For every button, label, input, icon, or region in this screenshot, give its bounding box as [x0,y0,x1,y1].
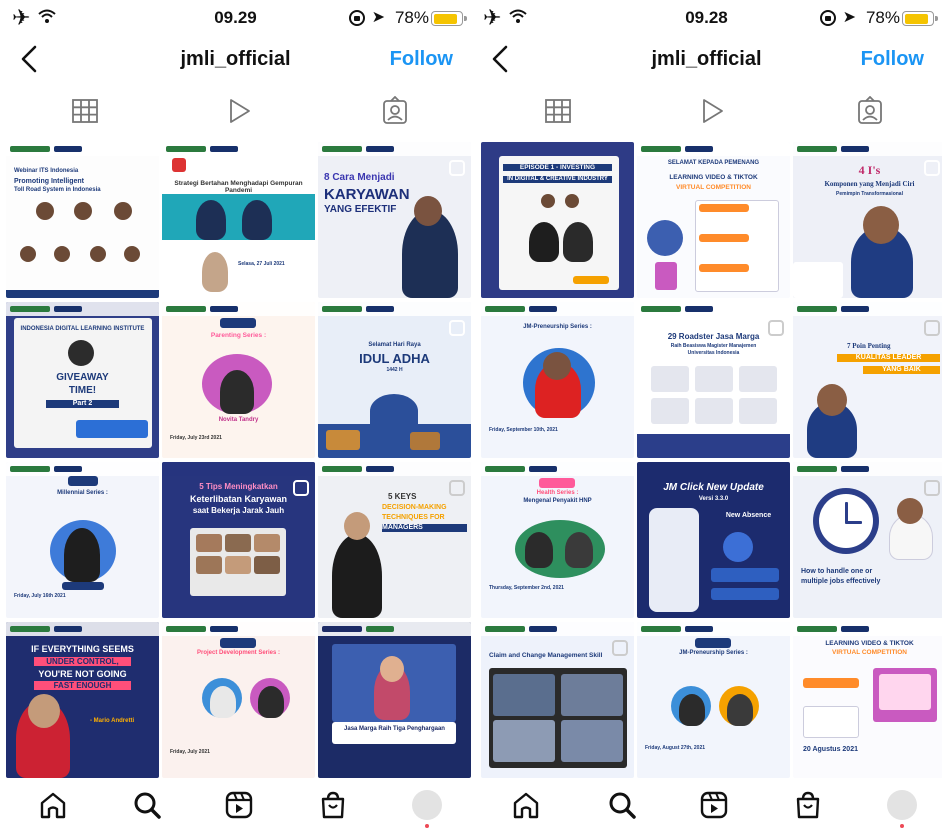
post-thumbnail[interactable]: Strategi Bertahan Menghadapi Gempuran Pa… [162,142,315,298]
battery-icon [902,11,938,26]
profile-tabs [471,96,942,132]
reels-play-icon[interactable] [224,96,254,126]
search-icon[interactable] [132,790,162,820]
bottom-navigation [471,782,942,829]
battery-icon [431,11,467,26]
grid-icon[interactable] [543,96,573,126]
bottom-navigation [0,782,471,829]
post-thumbnail[interactable]: INDONESIA DIGITAL LEARNING INSTITUTE GIV… [6,302,159,458]
post-thumbnail[interactable]: 5 KEYS DECISION-MAKING TECHNIQUES FOR MA… [318,462,471,618]
battery-percent: 78% [865,8,900,27]
profile-header: jmli_official Follow [471,38,942,80]
post-grid: EPISODE 1 - INVESTING IN DIGITAL & CREAT… [481,142,942,778]
tagged-user-icon[interactable] [855,96,885,126]
follow-button[interactable]: Follow [861,38,924,80]
status-bar: ✈ 09.29 ➤ 78% [0,6,471,30]
status-bar: ✈ 09.28 ➤ 78% [471,6,942,30]
post-thumbnail[interactable]: Parenting Series : Novita Tandry Friday,… [162,302,315,458]
post-thumbnail[interactable]: JM-Preneurship Series : Friday, Septembe… [481,302,634,458]
post-thumbnail[interactable]: 8 Cara Menjadi KARYAWAN YANG EFEKTIF [318,142,471,298]
post-thumbnail[interactable]: JM Click New Update Versi 3.3.0 New Abse… [637,462,790,618]
shop-icon[interactable] [318,790,348,820]
post-thumbnail[interactable]: Health Series : Mengenal Penyakit HNP Th… [481,462,634,618]
post-thumbnail[interactable]: Project Development Series : Friday, Jul… [162,622,315,778]
follow-button[interactable]: Follow [390,38,453,80]
tagged-user-icon[interactable] [380,96,410,126]
post-grid: Webinar ITS Indonesia Promoting Intellig… [6,142,471,778]
post-thumbnail[interactable]: IF EVERYTHING SEEMS UNDER CONTROL, YOU'R… [6,622,159,778]
post-thumbnail[interactable]: 4 I's Komponen yang Menjadi Ciri Pemimpi… [793,142,942,298]
screen-left: ✈ 09.29 ➤ 78% jmli_official Follow Webin… [0,0,471,829]
screen-right: ✈ 09.28 ➤ 78% jmli_official Follow EPISO… [471,0,942,829]
post-thumbnail[interactable]: Claim and Change Management Skill [481,622,634,778]
post-thumbnail[interactable]: SELAMAT KEPADA PEMENANG LEARNING VIDEO &… [637,142,790,298]
profile-avatar[interactable] [887,790,917,820]
post-thumbnail[interactable]: 29 Roadster Jasa Marga Raih Beasiswa Mag… [637,302,790,458]
post-thumbnail[interactable]: Selamat Hari Raya IDUL ADHA 1442 H [318,302,471,458]
post-thumbnail[interactable]: JM-Preneurship Series : Friday, August 2… [637,622,790,778]
grid-icon[interactable] [70,96,100,126]
post-thumbnail[interactable]: LEARNING VIDEO & TIKTOK VIRTUAL COMPETIT… [793,622,942,778]
reels-icon[interactable] [224,790,254,820]
profile-tabs [0,96,471,132]
rotation-lock-icon [820,10,836,26]
location-icon: ➤ [371,9,385,26]
search-icon[interactable] [607,790,637,820]
post-thumbnail[interactable]: Jasa Marga Raih Tiga Penghargaan [318,622,471,778]
post-thumbnail[interactable]: 7 Poin Penting KUALITAS LEADER YANG BAIK [793,302,942,458]
reels-icon[interactable] [699,790,729,820]
notification-dot [900,824,904,828]
post-thumbnail[interactable]: Webinar ITS Indonesia Promoting Intellig… [6,142,159,298]
profile-header: jmli_official Follow [0,38,471,80]
reels-play-icon[interactable] [697,96,727,126]
rotation-lock-icon [349,10,365,26]
home-icon[interactable] [38,790,68,820]
shop-icon[interactable] [793,790,823,820]
battery-percent: 78% [394,8,429,27]
notification-dot [425,824,429,828]
profile-avatar[interactable] [412,790,442,820]
post-thumbnail[interactable]: Millennial Series : Friday, July 16th 20… [6,462,159,618]
post-thumbnail[interactable]: 5 Tips Meningkatkan Keterlibatan Karyawa… [162,462,315,618]
post-thumbnail[interactable]: EPISODE 1 - INVESTING IN DIGITAL & CREAT… [481,142,634,298]
home-icon[interactable] [511,790,541,820]
location-icon: ➤ [842,9,856,26]
post-thumbnail[interactable]: How to handle one or multiple jobs effec… [793,462,942,618]
